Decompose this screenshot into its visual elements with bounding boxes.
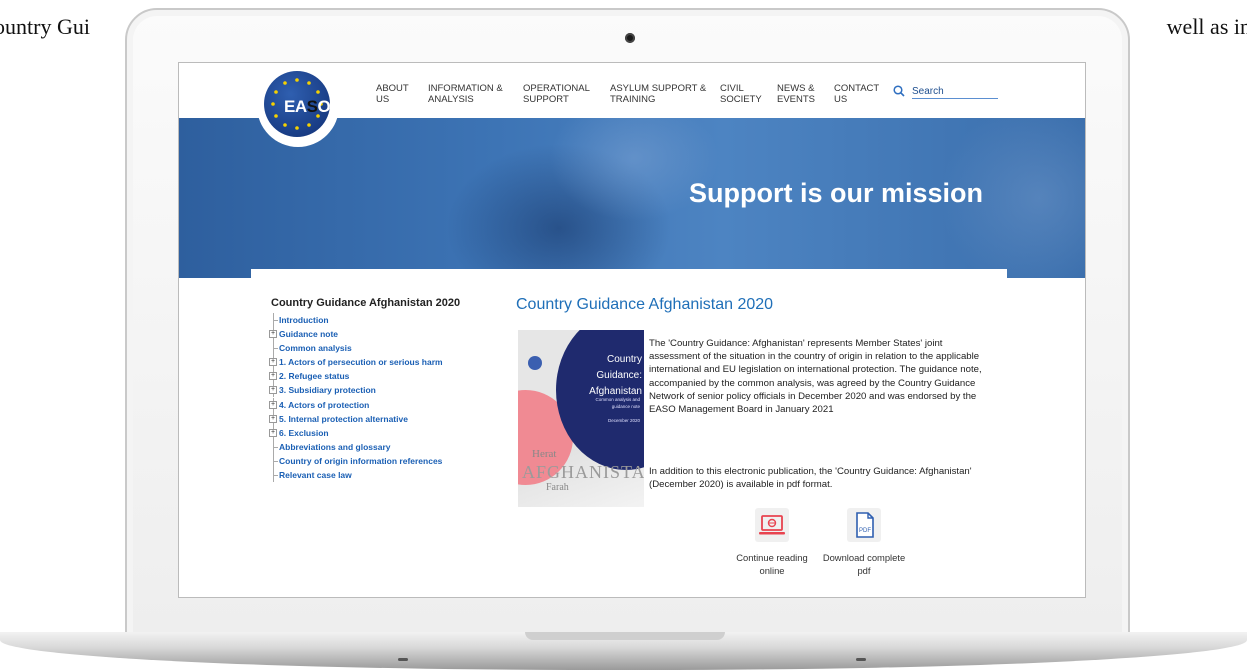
logo-ring: EASO	[257, 65, 339, 147]
toc-item-label: 4. Actors of protection	[279, 399, 370, 410]
nav-civil-society[interactable]: CIVIL SOCIETY	[720, 83, 762, 105]
cover-subtitle: Common analysis and guidance note	[595, 397, 640, 409]
expand-plus-icon[interactable]: +	[269, 330, 277, 339]
pdf-availability-paragraph: In addition to this electronic publicati…	[649, 466, 972, 491]
toc-item[interactable]: +5. Internal protection alternative	[269, 411, 489, 426]
toc-item-label: Relevant case law	[279, 470, 352, 481]
expand-plus-icon[interactable]: +	[269, 414, 277, 423]
toc-item-label: 2. Refugee status	[279, 371, 350, 382]
expand-plus-icon[interactable]: +	[269, 386, 277, 395]
toc-item-label: Common analysis	[279, 343, 352, 354]
toc-item[interactable]: +1. Actors of persecution or serious har…	[269, 355, 489, 370]
laptop-screen: ABOUT US INFORMATION & ANALYSIS OPERATIO…	[178, 62, 1086, 598]
logo-wordmark: EASO	[284, 97, 330, 116]
toc-item[interactable]: Country of origin information references	[269, 453, 489, 469]
expand-plus-icon[interactable]: +	[269, 372, 277, 381]
toc-item[interactable]: Introduction	[269, 313, 489, 328]
cover-map-country: AFGHANISTAN	[522, 462, 644, 482]
hero-title: Support is our mission	[689, 178, 984, 208]
toc-item-label: Abbreviations and glossary	[279, 441, 391, 452]
search-icon[interactable]	[893, 85, 905, 97]
expand-plus-icon[interactable]: +	[269, 400, 277, 409]
continue-reading-online-button[interactable]: Continue reading online	[727, 508, 817, 577]
easo-logo[interactable]: EASO	[264, 71, 330, 137]
toc-item[interactable]: Relevant case law	[269, 468, 489, 483]
download-pdf-label: Download complete pdf	[822, 552, 906, 576]
toc-item[interactable]: +6. Exclusion	[269, 425, 489, 440]
download-pdf-button[interactable]: PDF Download complete pdf	[819, 508, 909, 577]
nav-asylum-support-training[interactable]: ASYLUM SUPPORT & TRAINING	[610, 83, 706, 105]
nav-operational-support[interactable]: OPERATIONAL SUPPORT	[523, 83, 590, 105]
search-input[interactable]	[912, 84, 998, 99]
laptop-foot	[398, 658, 408, 661]
toc-item[interactable]: Abbreviations and glossary	[269, 439, 489, 454]
toc-item[interactable]: Common analysis	[269, 341, 489, 356]
laptop-foot	[856, 658, 866, 661]
intro-paragraph: The 'Country Guidance: Afghanistan' repr…	[649, 338, 982, 416]
publication-cover[interactable]: Country Guidance: Afghanistan Common ana…	[518, 330, 644, 507]
svg-text:PDF: PDF	[859, 528, 871, 534]
table-of-contents: Introduction + Guidance note Common analysi…	[269, 313, 489, 483]
toc-item-label: Introduction	[279, 315, 329, 325]
toc-item[interactable]: +4. Actors of protection	[269, 397, 489, 412]
toc-item[interactable]: + Guidance note	[269, 327, 489, 342]
laptop-notch	[525, 632, 725, 640]
page-title: Country Guidance Afghanistan 2020	[516, 296, 774, 313]
toc-item[interactable]: +2. Refugee status	[269, 369, 489, 384]
toc-item[interactable]: +3. Subsidiary protection	[269, 383, 489, 398]
nav-information-analysis[interactable]: INFORMATION & ANALYSIS	[428, 83, 503, 105]
background-text-left: ountry Gui	[0, 14, 90, 39]
cover-logo-icon	[528, 356, 542, 370]
toc-item-label: 3. Subsidiary protection	[279, 385, 376, 396]
cover-map-city: Herat	[532, 448, 557, 460]
cover-date: December 2020	[607, 418, 640, 423]
toc-item-label: Guidance note	[279, 329, 339, 340]
nav-contact-us[interactable]: CONTACT US	[834, 83, 879, 105]
cover-map-city: Farah	[546, 482, 569, 493]
webcam	[625, 33, 635, 43]
pdf-file-icon: PDF	[847, 508, 881, 542]
nav-about-us[interactable]: ABOUT US	[376, 83, 409, 105]
toc-title: Country Guidance Afghanistan 2020	[271, 297, 461, 309]
toc-item-label: Country of origin information references	[279, 455, 443, 466]
background-text-right: well as in	[1166, 14, 1247, 39]
laptop-web-icon	[755, 508, 789, 542]
nav-news-events[interactable]: NEWS & EVENTS	[777, 83, 815, 105]
expand-plus-icon[interactable]: +	[269, 358, 277, 367]
cover-title: Country Guidance: Afghanistan	[589, 354, 642, 397]
expand-plus-icon[interactable]: +	[269, 428, 277, 437]
toc-item-label: 5. Internal protection alternative	[279, 413, 408, 424]
toc-item-label: 1. Actors of persecution or serious harm	[279, 357, 443, 368]
continue-reading-label: Continue reading online	[736, 552, 808, 576]
toc-item-label: 6. Exclusion	[279, 427, 329, 438]
content-area: Country Guidance Afghanistan 2020 Introd…	[251, 269, 1007, 597]
